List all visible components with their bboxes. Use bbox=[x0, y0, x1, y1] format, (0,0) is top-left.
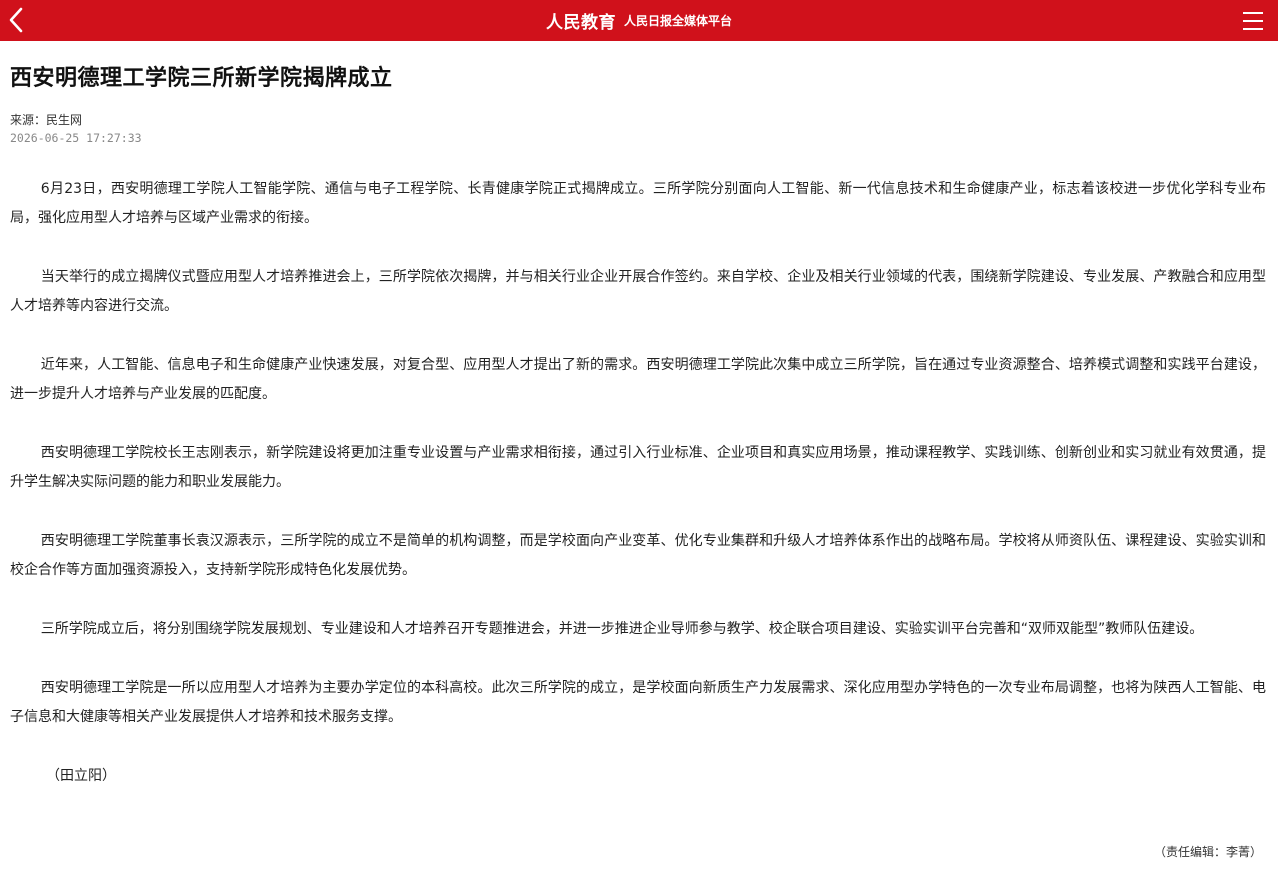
paragraph: 西安明德理工学院是一所以应用型人才培养为主要办学定位的本科高校。此次三所学院的成… bbox=[10, 680, 1266, 725]
brand-name: 人民教育 bbox=[545, 13, 616, 33]
paragraph: 西安明德理工学院校长王志刚表示，新学院建设将更加注重专业设置与产业需求相衔接，通… bbox=[10, 445, 1266, 490]
paragraph: 三所学院成立后，将分别围绕学院发展规划、专业建设和人才培养召开专题推进会，并进一… bbox=[40, 621, 1204, 637]
paragraph: 当天举行的成立揭牌仪式暨应用型人才培养推进会上，三所学院依次揭牌，并与相关行业企… bbox=[10, 269, 1266, 314]
article-title: 西安明德理工学院三所新学院揭牌成立 bbox=[10, 66, 393, 91]
brand: 人民教育 人民日报全媒体平台 bbox=[0, 0, 1278, 41]
article-author: （田立阳） bbox=[46, 768, 116, 784]
paragraph: 6月23日，西安明德理工学院人工智能学院、通信与电子工程学院、长青健康学院正式揭… bbox=[10, 181, 1266, 226]
article-source: 来源：民生网 bbox=[10, 113, 83, 127]
brand-subtitle: 人民日报全媒体平台 bbox=[623, 14, 732, 28]
paragraph: 近年来，人工智能、信息电子和生命健康产业快速发展，对复合型、应用型人才提出了新的… bbox=[10, 357, 1266, 402]
paragraph: 西安明德理工学院董事长袁汉源表示，三所学院的成立不是简单的机构调整，而是学校面向… bbox=[10, 533, 1266, 578]
responsible-editor: （责任编辑：李菁） bbox=[1153, 845, 1262, 859]
top-bar: 人民教育 人民日报全媒体平台 bbox=[0, 0, 1278, 41]
article: 西安明德理工学院三所新学院揭牌成立 来源：民生网 2026-06-25 17:2… bbox=[0, 63, 1278, 791]
article-date: 2026-06-25 17:27:33 bbox=[10, 131, 142, 145]
article-body: 6月23日，西安明德理工学院人工智能学院、通信与电子工程学院、长青健康学院正式揭… bbox=[10, 175, 1266, 791]
hamburger-menu-icon[interactable] bbox=[1242, 10, 1264, 32]
